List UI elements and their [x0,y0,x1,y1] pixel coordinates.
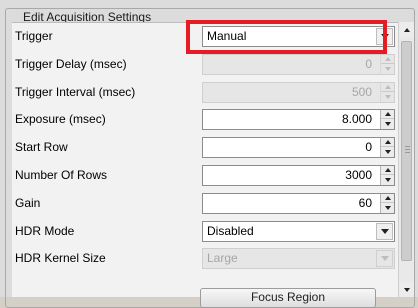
setting-label: Exposure (msec) [15,112,106,127]
triangle-up-icon [384,140,391,145]
setting-dropdown[interactable]: Manual [202,26,395,47]
spin-down-button [381,92,394,102]
settings-row: Exposure (msec) 8.000 [12,106,398,133]
spin-up-button [381,83,394,92]
spin-down-button [381,64,394,74]
spin-down-button[interactable] [381,203,394,213]
triangle-up-icon [384,56,391,61]
grip-line [405,149,410,150]
grip-line [405,152,410,153]
triangle-down-icon [384,150,391,155]
setting-spinbox: 0 [202,53,395,75]
scroll-thumb[interactable] [401,41,412,261]
spin-buttons [380,54,394,74]
setting-value: 500 [351,84,372,99]
setting-spinbox[interactable]: 0 [202,137,395,159]
settings-row: Number Of Rows 3000 [12,162,398,189]
setting-spinbox[interactable]: 60 [202,192,395,214]
dropdown-button[interactable] [376,222,393,240]
settings-row: Gain 60 [12,190,398,217]
setting-spinbox: 500 [202,81,395,103]
setting-label: Start Row [15,140,68,155]
setting-label: Trigger Delay (msec) [15,56,127,71]
grip-line [405,146,410,147]
vertical-scrollbar[interactable] [398,22,414,297]
spin-down-button[interactable] [381,147,394,157]
setting-value: Disabled [207,223,254,238]
acquisition-settings-panel: Edit Acquisition Settings Trigger Manual T… [0,0,418,308]
setting-value: 0 [365,56,372,71]
setting-dropdown: Large [202,248,395,270]
setting-dropdown[interactable]: Disabled [202,220,395,242]
triangle-down-icon [384,94,391,99]
scroll-down-icon [403,287,410,292]
settings-row: Trigger Manual [12,23,398,50]
dropdown-button [376,250,393,268]
spin-up-button[interactable] [381,110,394,120]
triangle-up-icon [384,168,391,172]
spin-up-button[interactable] [381,194,394,203]
triangle-down-icon [384,205,391,210]
setting-label: Gain [15,195,41,210]
spin-buttons[interactable] [380,166,394,185]
triangle-up-icon [384,195,391,200]
settings-row: Start Row 0 [12,134,398,161]
triangle-down-icon [384,122,391,127]
spin-down-button[interactable] [381,175,394,185]
triangle-down-icon [384,66,391,71]
spin-down-button[interactable] [381,119,394,129]
spin-buttons[interactable] [380,193,394,213]
dropdown-button[interactable] [376,28,393,45]
setting-spinbox[interactable]: 8.000 [202,109,395,131]
chevron-down-icon [380,228,389,234]
scroll-down-button[interactable] [399,282,414,297]
setting-label: Trigger Interval (msec) [15,84,136,99]
triangle-up-icon [384,112,391,117]
setting-value: 0 [365,140,372,155]
setting-label: Trigger [15,29,53,43]
setting-value: 8.000 [341,112,372,127]
setting-label: HDR Kernel Size [15,251,106,266]
scroll-up-icon [403,27,410,32]
chevron-down-icon [380,256,389,262]
setting-value: Manual [207,29,247,43]
spin-buttons[interactable] [380,110,394,130]
triangle-up-icon [384,84,391,89]
spin-up-button [381,55,394,64]
settings-row: HDR Mode Disabled [12,218,398,245]
setting-value: 3000 [345,168,372,182]
spin-up-button[interactable] [381,166,394,175]
setting-label: HDR Mode [15,223,75,238]
chevron-down-icon [380,34,389,39]
setting-spinbox[interactable]: 3000 [202,165,395,186]
spin-up-button[interactable] [381,138,394,148]
setting-label: Number Of Rows [15,168,108,182]
spin-buttons [380,82,394,102]
scroll-up-button[interactable] [399,22,414,37]
settings-row: Trigger Interval (msec) 500 [12,79,398,106]
triangle-down-icon [384,178,391,182]
settings-grid: Trigger Manual Trigger Delay (msec) 0 Trigge… [12,22,398,297]
setting-value: 60 [358,195,372,210]
settings-row: Trigger Delay (msec) 0 [12,51,398,78]
setting-value: Large [207,251,238,266]
focus-region-button[interactable]: Focus Region [200,288,376,308]
spin-buttons[interactable] [380,138,394,158]
settings-row: HDR Kernel Size Large [12,245,398,272]
